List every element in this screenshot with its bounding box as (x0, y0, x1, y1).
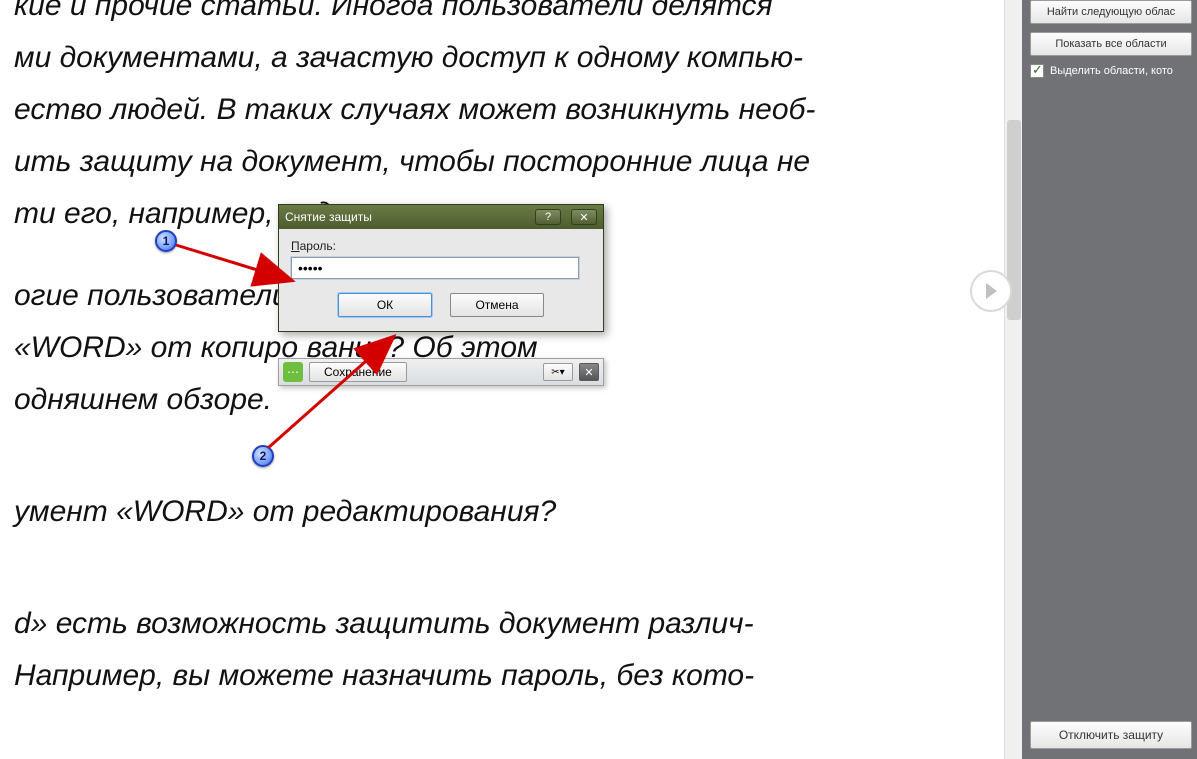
doc-line: кие и прочие статьи. Иногда пользователи… (14, 0, 920, 32)
restrict-editing-panel: Найти следующую облас Показать все облас… (1022, 0, 1197, 759)
find-next-region-button[interactable]: Найти следующую облас (1030, 0, 1192, 24)
dialog-close-button[interactable]: ✕ (571, 209, 597, 225)
doc-line: ество людей. В таких случаях может возни… (14, 84, 920, 136)
save-recording-button[interactable]: Сохранение (309, 362, 407, 382)
cancel-button[interactable]: Отмена (450, 293, 544, 317)
highlight-regions-checkbox-row[interactable]: Выделить области, кото (1030, 64, 1197, 78)
show-all-regions-button[interactable]: Показать все области (1030, 32, 1192, 56)
tools-dropdown[interactable]: ✂▾ (543, 363, 573, 381)
doc-line: умент «WORD» от редактирования? (14, 486, 920, 538)
dialog-title: Снятие защиты (285, 210, 525, 224)
annotation-marker-1: 1 (155, 230, 177, 252)
next-page-button[interactable] (970, 270, 1012, 312)
highlight-regions-checkbox[interactable] (1030, 64, 1044, 78)
annotation-marker-2: 2 (252, 445, 274, 467)
unprotect-dialog: Снятие защиты ? ✕ Пароль: ОК Отмена (278, 204, 604, 332)
password-label-rest: ароль: (300, 239, 336, 253)
password-input[interactable] (291, 257, 579, 279)
recording-toolbar: ⋯ Сохранение ✂▾ ✕ (278, 358, 604, 386)
toolbar-close-button[interactable]: ✕ (579, 363, 599, 381)
doc-line: ить защиту на документ, чтобы посторонни… (14, 136, 920, 188)
help-button[interactable]: ? (535, 209, 561, 225)
doc-line: ми документами, а зачастую доступ к одно… (14, 32, 920, 84)
document-body: кие и прочие статьи. Иногда пользователи… (0, 0, 920, 702)
stop-protection-button[interactable]: Отключить защиту (1030, 721, 1192, 749)
ok-button[interactable]: ОК (338, 293, 432, 317)
recorder-icon: ⋯ (283, 362, 303, 382)
vertical-scrollbar[interactable] (1004, 0, 1022, 759)
password-label: Пароль: (291, 239, 591, 253)
chevron-right-icon (986, 283, 997, 299)
dialog-titlebar[interactable]: Снятие защиты ? ✕ (279, 205, 603, 229)
highlight-regions-label: Выделить области, кото (1050, 65, 1173, 77)
password-label-hotkey: П (291, 239, 300, 253)
doc-line: Например, вы можете назначить пароль, бе… (14, 650, 920, 702)
doc-line: d» есть возможность защитить документ ра… (14, 598, 920, 650)
